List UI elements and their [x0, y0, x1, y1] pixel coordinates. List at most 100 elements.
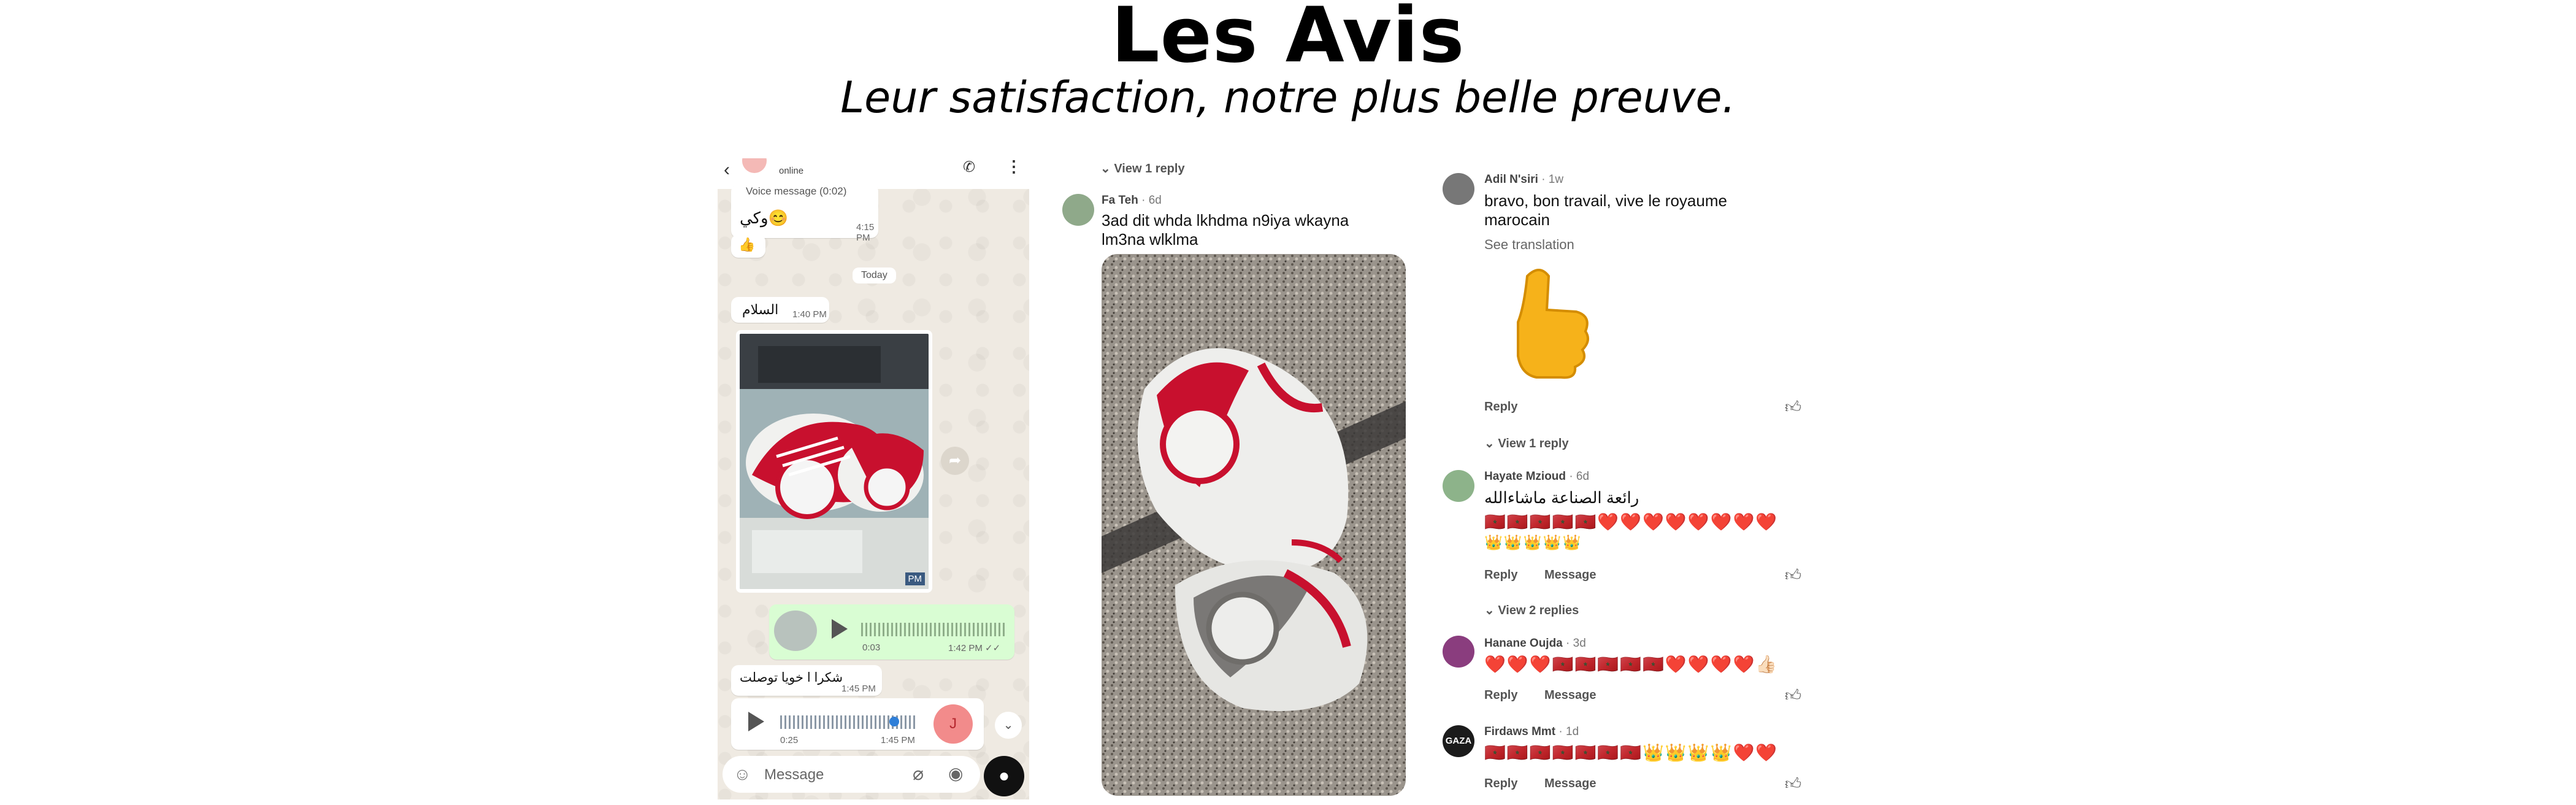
voice-duration: 0:25	[780, 735, 799, 745]
avatar[interactable]	[1443, 173, 1474, 205]
like-icon[interactable]: 👍︎	[1785, 566, 1801, 585]
voice-duration: 0:03	[862, 642, 881, 653]
message-time: 4:15 PM	[856, 222, 875, 243]
sneaker-photo	[1102, 254, 1406, 796]
message-time: 1:45 PM	[881, 735, 915, 745]
comment-age: · 1w	[1541, 173, 1564, 186]
comment-text: bravo, bon travail, vive le royaume maro…	[1484, 191, 1727, 229]
avatar[interactable]: GAZA	[1443, 725, 1474, 757]
message-text: شكرا ا خويا توصلت	[740, 671, 843, 685]
camera-icon[interactable]: ◉	[948, 763, 963, 784]
reply-button[interactable]: Reply	[1484, 400, 1517, 414]
message-button[interactable]: Message	[1544, 568, 1597, 582]
voice-message-bubble[interactable]: 0:25 1:45 PM J	[731, 698, 984, 750]
voice-progress-handle[interactable]	[889, 717, 899, 726]
message-text: السلام	[742, 302, 779, 317]
author-name: Firdaws Mmt	[1484, 725, 1556, 738]
view-replies-link[interactable]: ⌄ View 1 reply	[1100, 161, 1185, 176]
chevron-down-icon: ⌄	[1484, 437, 1498, 450]
reply-button[interactable]: Reply	[1484, 688, 1517, 703]
message-button[interactable]: Message	[1544, 777, 1597, 791]
sneaker-photo-message[interactable]: PM	[736, 330, 932, 593]
comment-text-line: lm3na wlklma	[1102, 230, 1198, 248]
comment-author[interactable]: Hanane Oujda · 3d	[1484, 637, 1586, 650]
comment-text-line: marocain	[1484, 210, 1550, 229]
emoji-icon[interactable]: ☺	[734, 765, 751, 784]
chevron-down-icon: ⌄	[1484, 604, 1498, 617]
message-bubble: 👍	[731, 234, 765, 258]
comment-author[interactable]: Adil N'siri · 1w	[1484, 173, 1563, 187]
play-icon[interactable]	[748, 712, 764, 731]
thumbs-up-emoji: 👍	[738, 237, 756, 252]
comment-emoji-line: 👑👑👑👑👑	[1484, 534, 1582, 551]
comment-age: · 1d	[1558, 725, 1579, 738]
avatar[interactable]	[1062, 194, 1094, 226]
avatar[interactable]	[1443, 636, 1474, 668]
play-icon[interactable]	[832, 619, 848, 639]
like-icon[interactable]: 👍︎	[1785, 686, 1801, 705]
view-replies-link[interactable]: ⌄ View 2 replies	[1484, 603, 1579, 618]
comment-text: رائعة الصناعة ماشاءالله	[1484, 488, 1639, 507]
see-translation-link[interactable]: See translation	[1484, 237, 1574, 253]
back-arrow-icon[interactable]: ‹	[724, 160, 730, 180]
page-title: Les Avis	[1111, 0, 1465, 80]
comment-age: · 6d	[1569, 470, 1590, 483]
comment-author[interactable]: Firdaws Mmt · 1d	[1484, 725, 1579, 739]
message-bubble: السلام 1:40 PM	[731, 297, 829, 323]
forward-icon[interactable]: ➦	[941, 447, 969, 475]
photo-time: PM	[905, 572, 925, 585]
view-replies-link[interactable]: ⌄ View 1 reply	[1484, 436, 1569, 451]
like-icon[interactable]: 👍︎	[1785, 398, 1801, 417]
view-replies-label: View 1 reply	[1114, 162, 1185, 175]
attachment-icon[interactable]: ⌀	[913, 763, 924, 785]
comment-emoji-line: ❤️❤️❤️🇲🇦🇲🇦🇲🇦🇲🇦🇲🇦❤️❤️❤️❤️👍🏻	[1484, 655, 1779, 674]
author-name: Hanane Oujda	[1484, 637, 1563, 650]
message-composer: ☺ Message ⌀ ◉	[723, 756, 980, 793]
avatar[interactable]	[1443, 470, 1474, 502]
contact-status: online	[779, 166, 804, 176]
comment-text-line: bravo, bon travail, vive le royaume	[1484, 191, 1727, 210]
sneaker-photo-comment[interactable]	[1102, 254, 1406, 796]
voice-waveform[interactable]	[861, 623, 1006, 636]
reply-button[interactable]: Reply	[1484, 777, 1517, 791]
message-bubble: شكرا ا خويا توصلت 1:45 PM	[731, 665, 882, 696]
sneaker-photo	[740, 334, 929, 589]
chevron-down-icon: ⌄	[1100, 162, 1114, 175]
view-replies-label: View 2 replies	[1498, 604, 1579, 617]
author-name: Hayate Mzioud	[1484, 470, 1566, 483]
sender-avatar	[774, 610, 817, 651]
more-options-icon[interactable]: ⋮	[1006, 158, 1022, 176]
comment-author[interactable]: Fa Teh · 6d	[1102, 194, 1162, 207]
voice-message-bubble[interactable]: 0:03 1:42 PM ✓✓	[769, 604, 1014, 660]
comment-emoji-line: 🇲🇦🇲🇦🇲🇦🇲🇦🇲🇦🇲🇦🇲🇦👑👑👑👑❤️❤️	[1484, 743, 1779, 762]
comment-text-line: 3ad dit whda lkhdma n9iya wkayna	[1102, 211, 1349, 229]
message-text: وكي😊	[740, 209, 788, 227]
message-time: 1:42 PM ✓✓	[948, 643, 1001, 653]
message-time: 1:45 PM	[841, 684, 876, 694]
message-input[interactable]: Message	[764, 766, 824, 784]
message-button[interactable]: Message	[1544, 688, 1597, 703]
comment-author[interactable]: Hayate Mzioud · 6d	[1484, 470, 1589, 483]
date-separator: Today	[853, 268, 896, 283]
whatsapp-chat-screenshot: ‹ online ✆ ⋮ Voice message (0:02) وكي😊 4…	[718, 158, 1029, 799]
author-name: Fa Teh	[1102, 194, 1138, 207]
thumbs-up-sticker	[1503, 264, 1595, 383]
view-replies-label: View 1 reply	[1498, 437, 1569, 450]
reply-button[interactable]: Reply	[1484, 568, 1517, 582]
comment-age: · 6d	[1141, 194, 1162, 207]
message-time: 1:40 PM	[792, 309, 827, 320]
call-icon[interactable]: ✆	[963, 158, 975, 176]
comment-emoji-line: 🇲🇦🇲🇦🇲🇦🇲🇦🇲🇦❤️❤️❤️❤️❤️❤️❤️❤️	[1484, 512, 1779, 531]
like-icon[interactable]: 👍︎	[1785, 774, 1801, 793]
scroll-down-icon[interactable]: ⌄	[995, 712, 1022, 739]
page-subtitle: Leur satisfaction, notre plus belle preu…	[840, 72, 1736, 123]
voice-message-label: Voice message (0:02)	[746, 185, 847, 197]
comment-text: 3ad dit whda lkhdma n9iya wkayna lm3na w…	[1102, 211, 1349, 249]
author-name: Adil N'siri	[1484, 173, 1538, 186]
sender-avatar: J	[933, 704, 973, 744]
message-bubble: Voice message (0:02) وكي😊 4:15 PM	[731, 184, 878, 243]
contact-avatar[interactable]	[742, 158, 767, 173]
microphone-icon[interactable]: ●	[984, 756, 1024, 796]
comment-age: · 3d	[1566, 637, 1586, 650]
thumbs-up-icon	[1517, 269, 1589, 379]
